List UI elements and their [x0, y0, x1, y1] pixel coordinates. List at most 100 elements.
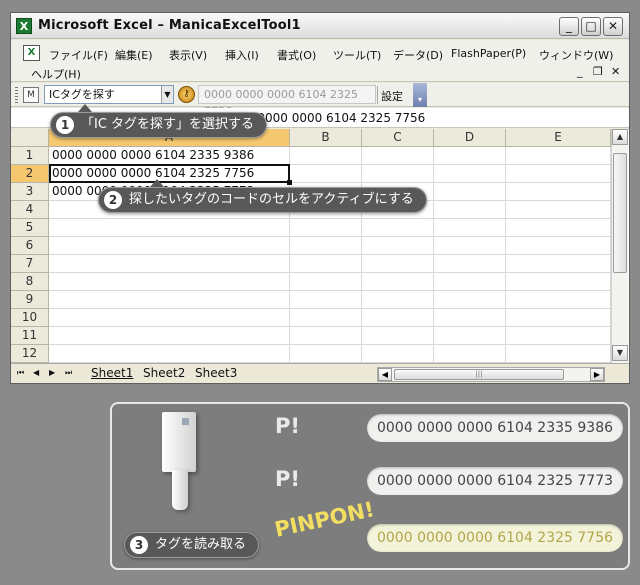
row-header-11[interactable]: 11	[11, 327, 49, 345]
cell-d12[interactable]	[434, 345, 506, 363]
vertical-scrollbar[interactable]: ▲ ▼	[611, 129, 628, 363]
cell-c9[interactable]	[362, 291, 434, 309]
column-header-c[interactable]: C	[362, 129, 434, 147]
menu-file[interactable]: ファイル(F)	[49, 47, 108, 63]
cell-c11[interactable]	[362, 327, 434, 345]
menu-window[interactable]: ウィンドウ(W)	[539, 47, 613, 63]
cell-b11[interactable]	[290, 327, 362, 345]
cell-d9[interactable]	[434, 291, 506, 309]
cell-e7[interactable]	[506, 255, 611, 273]
cell-a6[interactable]	[49, 237, 290, 255]
cell-b1[interactable]	[290, 147, 362, 165]
row-header-7[interactable]: 7	[11, 255, 49, 273]
scroll-thumb[interactable]	[613, 153, 627, 273]
menu-format[interactable]: 書式(O)	[277, 47, 316, 63]
cell-b2[interactable]	[290, 165, 362, 183]
cell-a7[interactable]	[49, 255, 290, 273]
column-header-d[interactable]: D	[434, 129, 506, 147]
cell-d1[interactable]	[434, 147, 506, 165]
menu-help[interactable]: ヘルプ(H)	[31, 66, 81, 82]
toolbar-options-button[interactable]: ▾	[413, 83, 427, 107]
row-header-3[interactable]: 3	[11, 183, 49, 201]
settings-button[interactable]: 設定	[381, 88, 403, 104]
doc-minimize-button[interactable]: _	[577, 65, 583, 78]
tab-sheet1[interactable]: Sheet1	[91, 366, 133, 380]
manica-tool-icon[interactable]: M	[23, 87, 39, 103]
row-header-10[interactable]: 10	[11, 309, 49, 327]
cell-e4[interactable]	[506, 201, 611, 219]
cell-e3[interactable]	[506, 183, 611, 201]
spreadsheet-grid[interactable]: ABCDE10000 0000 0000 6104 2335 938620000…	[11, 129, 629, 363]
cell-e2[interactable]	[506, 165, 611, 183]
menu-data[interactable]: データ(D)	[393, 47, 443, 63]
column-header-b[interactable]: B	[290, 129, 362, 147]
prev-sheet-icon[interactable]: ◀	[33, 368, 39, 377]
cell-d8[interactable]	[434, 273, 506, 291]
scroll-down-button[interactable]: ▼	[612, 345, 628, 361]
cell-a5[interactable]	[49, 219, 290, 237]
minimize-button[interactable]: _	[559, 17, 579, 36]
cell-b5[interactable]	[290, 219, 362, 237]
key-icon[interactable]: ⚷	[178, 86, 195, 103]
doc-restore-button[interactable]: ❐	[593, 65, 603, 78]
menu-view[interactable]: 表示(V)	[169, 47, 207, 63]
row-header-2[interactable]: 2	[11, 165, 49, 183]
cell-d7[interactable]	[434, 255, 506, 273]
menu-edit[interactable]: 編集(E)	[115, 47, 153, 63]
row-header-4[interactable]: 4	[11, 201, 49, 219]
tab-sheet3[interactable]: Sheet3	[195, 366, 237, 380]
scroll-right-button[interactable]: ▶	[590, 368, 604, 381]
cell-e6[interactable]	[506, 237, 611, 255]
hscroll-thumb[interactable]: |||	[394, 369, 564, 380]
menu-insert[interactable]: 挿入(I)	[225, 47, 259, 63]
cell-b9[interactable]	[290, 291, 362, 309]
cell-c7[interactable]	[362, 255, 434, 273]
cell-a9[interactable]	[49, 291, 290, 309]
cell-d3[interactable]	[434, 183, 506, 201]
cell-c2[interactable]	[362, 165, 434, 183]
cell-a8[interactable]	[49, 273, 290, 291]
cell-c6[interactable]	[362, 237, 434, 255]
workbook-icon[interactable]: X	[23, 45, 40, 61]
row-header-9[interactable]: 9	[11, 291, 49, 309]
cell-c12[interactable]	[362, 345, 434, 363]
cell-d6[interactable]	[434, 237, 506, 255]
cell-e1[interactable]	[506, 147, 611, 165]
cell-e8[interactable]	[506, 273, 611, 291]
column-header-e[interactable]: E	[506, 129, 611, 147]
active-cell-outline[interactable]	[49, 164, 292, 185]
cell-a12[interactable]	[49, 345, 290, 363]
last-sheet-icon[interactable]: ⏭	[65, 368, 72, 378]
cell-c1[interactable]	[362, 147, 434, 165]
cell-b8[interactable]	[290, 273, 362, 291]
next-sheet-icon[interactable]: ▶	[49, 368, 55, 377]
cell-b6[interactable]	[290, 237, 362, 255]
cell-b12[interactable]	[290, 345, 362, 363]
cell-a11[interactable]	[49, 327, 290, 345]
cell-b7[interactable]	[290, 255, 362, 273]
cell-e10[interactable]	[506, 309, 611, 327]
first-sheet-icon[interactable]: ⏮	[17, 368, 24, 378]
cell-d4[interactable]	[434, 201, 506, 219]
cell-d10[interactable]	[434, 309, 506, 327]
cell-a10[interactable]	[49, 309, 290, 327]
cell-c5[interactable]	[362, 219, 434, 237]
cell-c10[interactable]	[362, 309, 434, 327]
cell-e12[interactable]	[506, 345, 611, 363]
cell-b10[interactable]	[290, 309, 362, 327]
row-header-1[interactable]: 1	[11, 147, 49, 165]
cell-e11[interactable]	[506, 327, 611, 345]
excel-app-icon[interactable]: X	[16, 18, 32, 34]
row-header-6[interactable]: 6	[11, 237, 49, 255]
row-header-8[interactable]: 8	[11, 273, 49, 291]
cell-e9[interactable]	[506, 291, 611, 309]
chevron-down-icon[interactable]: ▼	[161, 86, 173, 103]
doc-close-button[interactable]: ✕	[611, 65, 620, 78]
maximize-button[interactable]: □	[581, 17, 601, 36]
scroll-up-button[interactable]: ▲	[612, 129, 628, 145]
cell-d11[interactable]	[434, 327, 506, 345]
row-header-5[interactable]: 5	[11, 219, 49, 237]
toolbar-grip[interactable]	[15, 87, 18, 103]
cell-e5[interactable]	[506, 219, 611, 237]
cell-d2[interactable]	[434, 165, 506, 183]
